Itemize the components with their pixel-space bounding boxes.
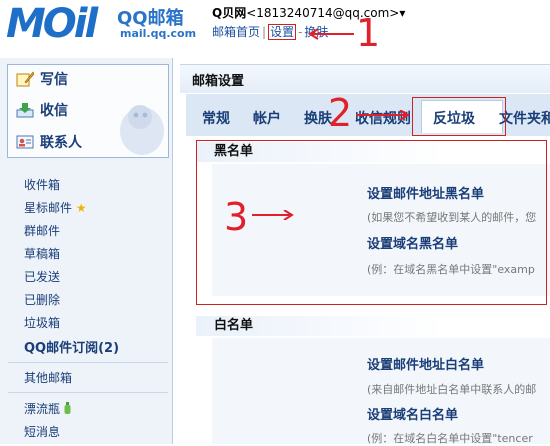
nav-mail-home[interactable]: 邮箱首页 bbox=[212, 25, 260, 39]
app-short-message[interactable]: 短消息 bbox=[24, 423, 60, 440]
compose-label: 写信 bbox=[40, 72, 68, 88]
folder-starred-label: 星标邮件 bbox=[24, 201, 73, 215]
folder-starred[interactable]: 星标邮件 ★ bbox=[24, 199, 87, 216]
folder-other-mailboxes[interactable]: 其他邮箱 bbox=[24, 369, 72, 386]
app-drift-bottle-label: 漂流瓶 bbox=[24, 402, 61, 416]
user-name: Q贝网 bbox=[212, 6, 247, 20]
receive-label: 收信 bbox=[40, 103, 68, 119]
folder-sent[interactable]: 已发送 bbox=[24, 268, 60, 285]
mail-logo: MOil bbox=[6, 1, 98, 47]
annotation-number-2: 2 bbox=[328, 91, 353, 135]
whitelist-address-link[interactable]: 设置邮件地址白名单 bbox=[367, 354, 484, 373]
annotation-arrow-2 bbox=[356, 110, 410, 120]
annotation-number-1: 1 bbox=[356, 11, 381, 55]
sidebar-divider bbox=[8, 392, 168, 393]
penguin-watermark-icon bbox=[120, 105, 164, 155]
page-title: 邮箱设置 bbox=[192, 74, 245, 89]
compose-button[interactable]: 写信 bbox=[16, 69, 68, 89]
sidebar-divider bbox=[8, 362, 168, 363]
annotation-box-tab bbox=[412, 97, 506, 136]
nav-settings[interactable]: 设置 bbox=[268, 24, 297, 40]
annotation-number-3: 3 bbox=[224, 195, 249, 239]
contacts-icon bbox=[16, 135, 34, 149]
folder-deleted[interactable]: 已删除 bbox=[24, 291, 60, 308]
contacts-label: 联系人 bbox=[40, 135, 82, 151]
annotation-box-blacklist bbox=[196, 140, 547, 305]
star-icon: ★ bbox=[75, 201, 87, 215]
annotation-arrow-1 bbox=[308, 28, 354, 40]
whitelist-domain-link[interactable]: 设置域名白名单 bbox=[367, 404, 458, 423]
tab-folders[interactable]: 文件夹和 bbox=[499, 108, 550, 128]
whitelist-address-desc: (来自邮件地址白名单中联系人的邮 bbox=[367, 383, 537, 396]
bottle-icon bbox=[64, 402, 71, 414]
folder-drafts[interactable]: 草稿箱 bbox=[24, 245, 60, 262]
folder-group[interactable]: 群邮件 bbox=[24, 222, 60, 239]
annotation-arrow-3 bbox=[252, 210, 294, 220]
chevron-down-icon[interactable]: ▾ bbox=[399, 6, 405, 20]
receive-button[interactable]: 收信 bbox=[16, 100, 68, 120]
mail-domain: mail.qq.com bbox=[120, 27, 197, 40]
app-drift-bottle[interactable]: 漂流瓶 bbox=[24, 400, 71, 417]
folder-inbox[interactable]: 收件箱 bbox=[24, 176, 60, 193]
tab-account[interactable]: 帐户 bbox=[253, 108, 281, 128]
folder-spam[interactable]: 垃圾箱 bbox=[24, 314, 60, 331]
whitelist-heading: 白名单 bbox=[196, 316, 550, 336]
inbox-download-icon bbox=[16, 103, 34, 118]
contacts-button[interactable]: 联系人 bbox=[16, 132, 82, 152]
tab-general[interactable]: 常规 bbox=[202, 108, 230, 128]
compose-icon bbox=[16, 71, 34, 87]
folder-qq-subscription[interactable]: QQ邮件订阅(2) bbox=[24, 337, 119, 356]
